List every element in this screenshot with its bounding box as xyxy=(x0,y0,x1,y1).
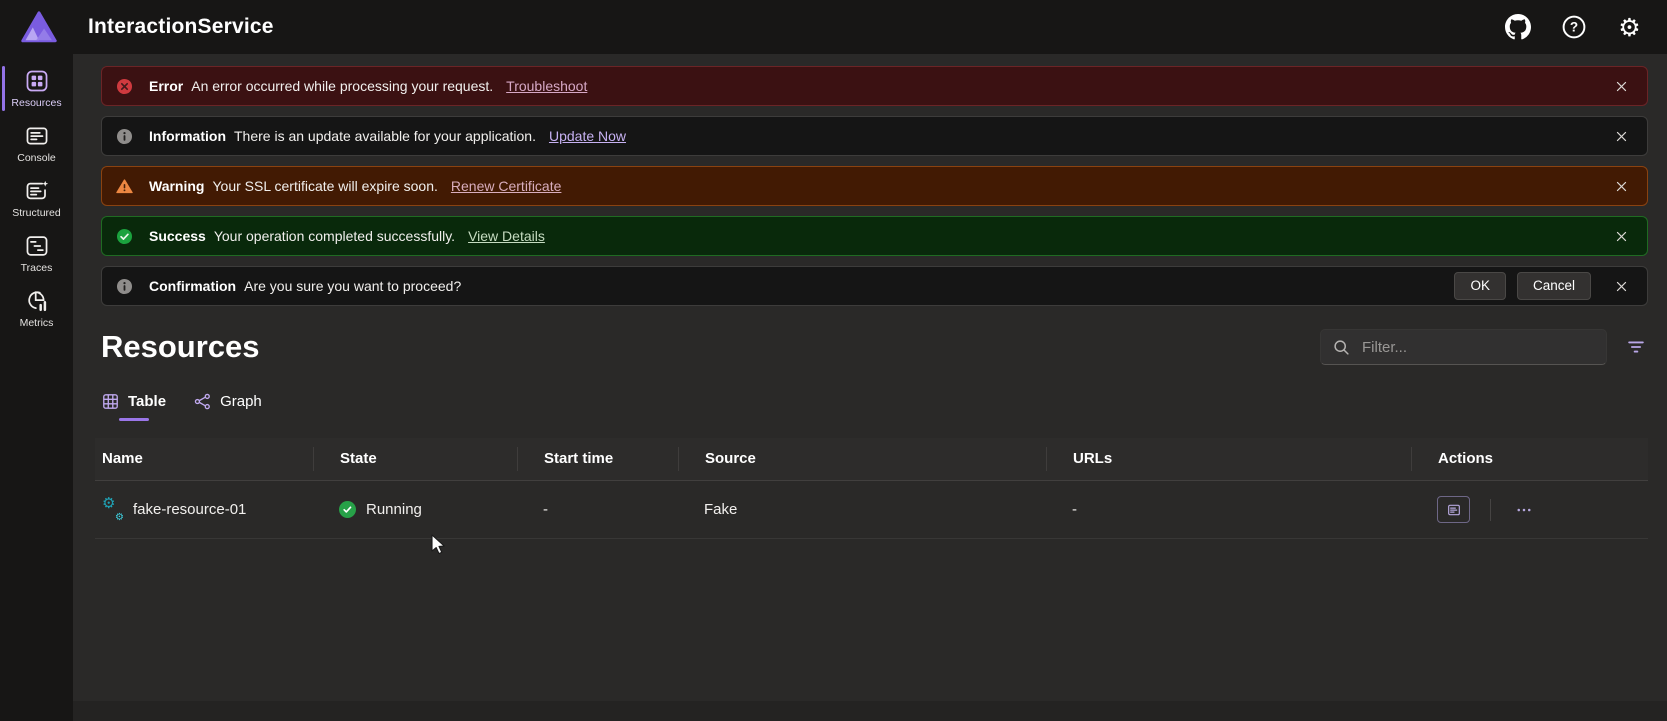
banner-title: Success xyxy=(149,228,206,244)
actions-divider xyxy=(1490,499,1491,521)
bottom-strip xyxy=(73,701,1667,721)
resource-source: Fake xyxy=(704,501,737,518)
update-now-link[interactable]: Update Now xyxy=(549,128,626,144)
sidebar-item-metrics[interactable]: Metrics xyxy=(0,281,73,336)
warning-icon xyxy=(115,177,134,196)
info-icon xyxy=(115,277,134,296)
column-header-actions: Actions xyxy=(1411,447,1648,471)
help-icon[interactable]: ? xyxy=(1560,14,1587,41)
view-details-link[interactable]: View Details xyxy=(468,228,545,244)
close-icon[interactable] xyxy=(1609,124,1633,148)
close-icon[interactable] xyxy=(1609,174,1633,198)
column-header-source: Source xyxy=(678,447,1046,471)
column-header-start-time: Start time xyxy=(517,447,678,471)
column-header-state: State xyxy=(313,447,517,471)
close-icon[interactable] xyxy=(1609,274,1633,298)
message-banners: Error An error occurred while processing… xyxy=(73,54,1667,306)
close-icon[interactable] xyxy=(1609,74,1633,98)
filter-input[interactable] xyxy=(1360,338,1596,357)
renew-certificate-link[interactable]: Renew Certificate xyxy=(451,178,562,194)
resource-start-time: - xyxy=(543,501,548,518)
ok-button[interactable]: OK xyxy=(1454,272,1506,300)
column-header-name: Name xyxy=(95,447,313,471)
structured-logs-icon xyxy=(24,178,50,204)
table-row[interactable]: ⚙⚙ fake-resource-01 Running - Fake - xyxy=(95,481,1648,539)
cancel-button[interactable]: Cancel xyxy=(1517,272,1591,300)
metrics-chart-icon xyxy=(24,288,50,314)
banner-message: Your operation completed successfully. xyxy=(214,228,455,244)
info-icon xyxy=(115,127,134,146)
github-icon[interactable] xyxy=(1504,14,1531,41)
filter-box xyxy=(1320,329,1607,365)
search-icon xyxy=(1331,337,1352,358)
running-check-icon xyxy=(339,501,356,518)
banner-message: An error occurred while processing your … xyxy=(191,78,493,94)
banner-title: Error xyxy=(149,78,183,94)
banner-title: Warning xyxy=(149,178,204,194)
sidebar-item-console[interactable]: Console xyxy=(0,116,73,171)
banner-title: Confirmation xyxy=(149,278,236,294)
resources-table: Name State Start time Source URLs Action… xyxy=(95,438,1648,539)
column-header-urls: URLs xyxy=(1046,447,1411,471)
app-title: InteractionService xyxy=(88,15,274,39)
troubleshoot-link[interactable]: Troubleshoot xyxy=(506,78,587,94)
resource-state: Running xyxy=(366,501,422,518)
banner-confirmation: Confirmation Are you sure you want to pr… xyxy=(101,266,1648,306)
success-icon xyxy=(115,227,134,246)
aspire-logo-icon xyxy=(21,11,57,43)
sidebar-item-resources[interactable]: Resources xyxy=(0,61,73,116)
page-title: Resources xyxy=(101,330,260,364)
error-icon xyxy=(115,77,134,96)
graph-network-icon xyxy=(193,392,212,411)
banner-information: Information There is an update available… xyxy=(101,116,1648,156)
more-actions-button[interactable] xyxy=(1511,497,1537,522)
banner-title: Information xyxy=(149,128,226,144)
tab-label: Table xyxy=(128,393,166,410)
banner-message: There is an update available for your ap… xyxy=(234,128,536,144)
tab-table[interactable]: Table xyxy=(101,392,166,428)
sidebar-nav: Resources Console Structured Traces Metr… xyxy=(0,54,73,721)
banner-error: Error An error occurred while processing… xyxy=(101,66,1648,106)
traces-gantt-icon xyxy=(24,233,50,259)
sidebar-item-traces[interactable]: Traces xyxy=(0,226,73,281)
console-icon xyxy=(24,123,50,149)
resource-gears-icon: ⚙⚙ xyxy=(102,499,123,520)
banner-message: Are you sure you want to proceed? xyxy=(244,278,461,294)
sidebar-item-label: Metrics xyxy=(20,317,54,329)
banner-warning: Warning Your SSL certificate will expire… xyxy=(101,166,1648,206)
resource-name: fake-resource-01 xyxy=(133,501,246,518)
svg-text:?: ? xyxy=(1569,20,1577,35)
table-header-row: Name State Start time Source URLs Action… xyxy=(95,438,1648,481)
banner-message: Your SSL certificate will expire soon. xyxy=(212,178,437,194)
settings-gear-icon[interactable]: ⚙ xyxy=(1616,14,1643,41)
view-tabs: Table Graph xyxy=(73,365,1667,428)
filter-icon[interactable] xyxy=(1622,333,1650,361)
tab-graph[interactable]: Graph xyxy=(193,392,262,428)
top-bar: InteractionService ? ⚙ xyxy=(0,0,1667,54)
resource-urls: - xyxy=(1072,501,1077,518)
sidebar-item-label: Resources xyxy=(11,97,61,109)
sidebar-item-label: Console xyxy=(17,152,56,164)
sidebar-item-label: Traces xyxy=(21,262,53,274)
tab-label: Graph xyxy=(220,393,262,410)
close-icon[interactable] xyxy=(1609,224,1633,248)
sidebar-item-structured[interactable]: Structured xyxy=(0,171,73,226)
sidebar-item-label: Structured xyxy=(12,207,60,219)
table-grid-icon xyxy=(101,392,120,411)
main-content: Error An error occurred while processing… xyxy=(73,54,1667,721)
banner-success: Success Your operation completed success… xyxy=(101,216,1648,256)
resources-grid-icon xyxy=(24,68,50,94)
console-logs-button[interactable] xyxy=(1437,496,1470,523)
